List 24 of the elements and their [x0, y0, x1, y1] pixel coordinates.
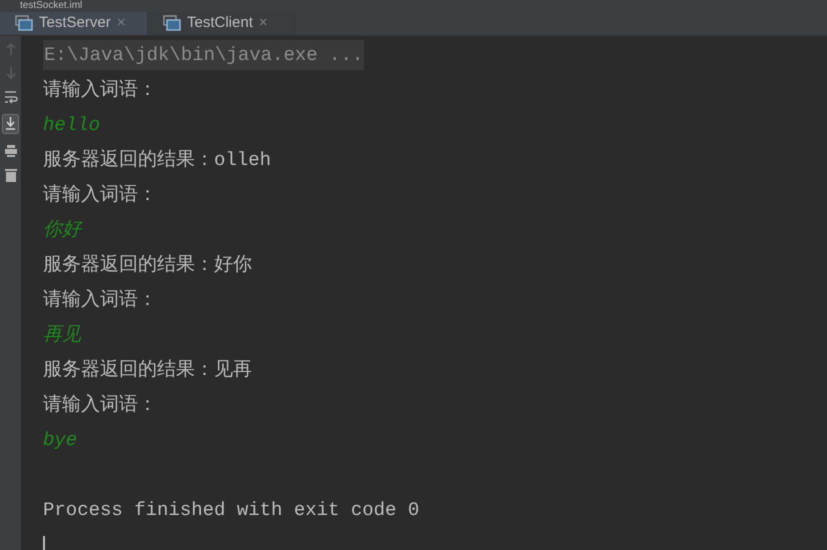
close-icon[interactable]: ×	[258, 12, 268, 34]
output-line: 请输入词语：	[43, 288, 157, 313]
scroll-to-end-icon[interactable]	[2, 114, 19, 134]
tab-label: TestServer	[39, 13, 111, 33]
soft-wrap-icon[interactable]	[4, 90, 18, 104]
user-input-line: bye	[43, 428, 78, 453]
output-line: 请输入词语：	[43, 182, 157, 208]
tab-label: TestClient	[187, 13, 253, 33]
run-tab[interactable]: TestServer ×	[0, 12, 148, 34]
window-icon	[15, 15, 33, 32]
output-line: 服务器返回的结果：olleh	[43, 148, 272, 173]
window-icon	[163, 15, 181, 32]
output-line: 服务器返回的结果：好你	[43, 252, 252, 278]
output-line: 服务器返回的结果：见再	[43, 358, 252, 383]
run-tab[interactable]: TestClient ×	[148, 12, 296, 34]
print-icon[interactable]	[4, 144, 18, 158]
user-input-line: 再见	[43, 322, 81, 348]
user-input-line: hello	[43, 112, 100, 138]
file-title: testSocket.iml	[20, 0, 82, 12]
output-line: 请输入词语：	[43, 392, 157, 418]
trash-icon[interactable]	[4, 168, 18, 182]
output-line: Process finished with exit code 0	[43, 498, 420, 523]
output-line: 请输入词语：	[43, 78, 157, 103]
user-input-line: 你好	[43, 218, 81, 243]
